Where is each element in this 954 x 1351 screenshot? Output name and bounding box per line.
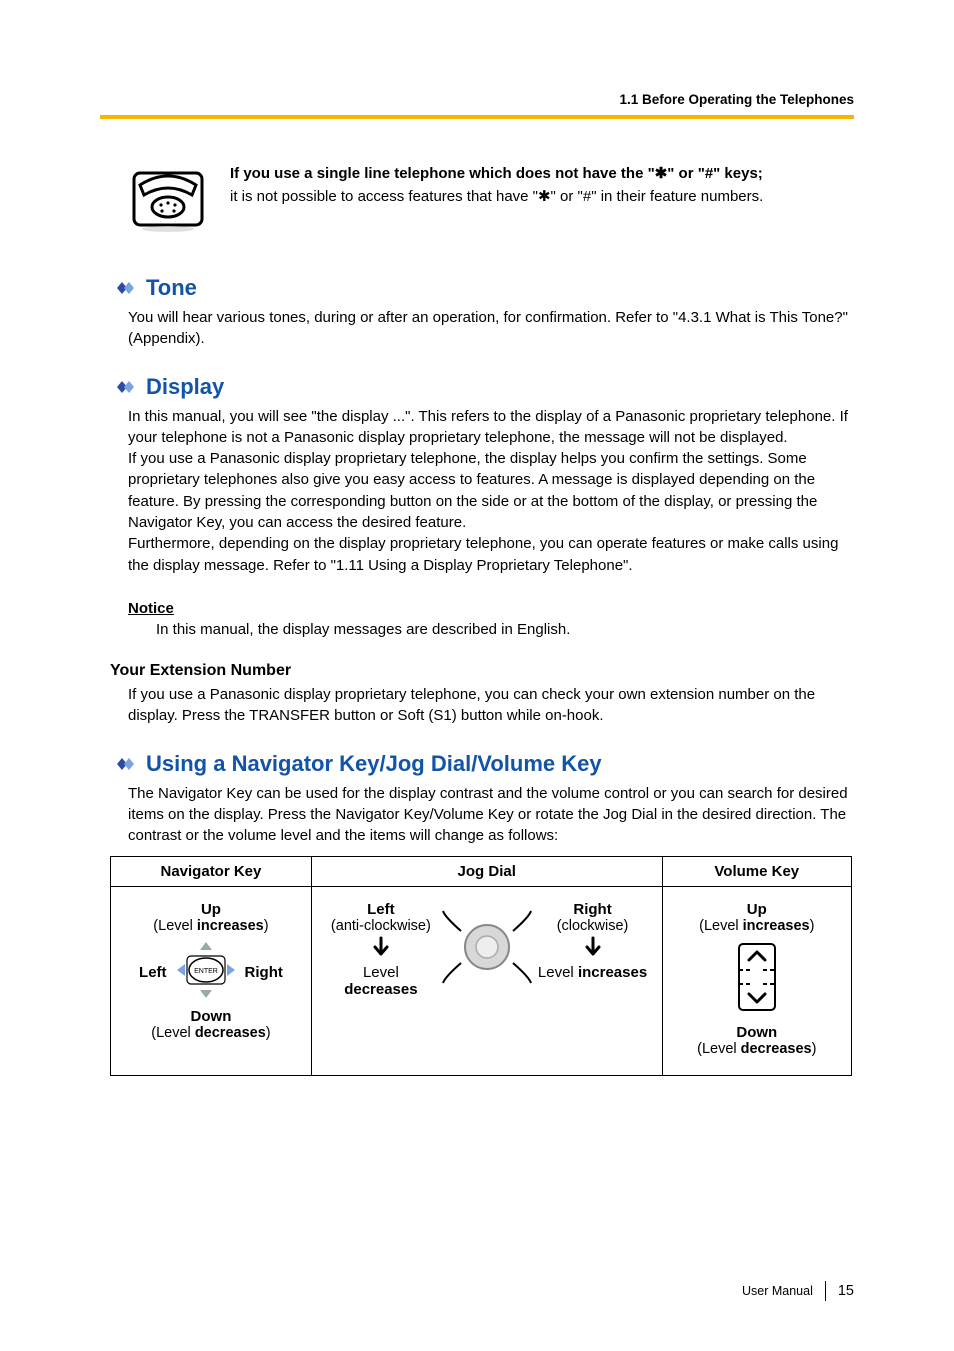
cell-navigator: Up (Level increases) Left ENTER — [111, 887, 312, 1076]
section-title-navkey: Using a Navigator Key/Jog Dial/Volume Ke… — [146, 751, 602, 777]
notice-label: Notice — [128, 600, 854, 617]
intro-plain: it is not possible to access features th… — [230, 186, 854, 209]
cell-jogdial: Left (anti-clockwise) Level decreases — [311, 887, 662, 1076]
arrow-down-icon — [368, 934, 394, 960]
intro-bold: If you use a single line telephone which… — [230, 163, 854, 186]
th-jogdial: Jog Dial — [311, 857, 662, 887]
running-header: 1.1 Before Operating the Telephones — [100, 92, 854, 107]
footer-page-number: 15 — [838, 1283, 854, 1299]
th-volume: Volume Key — [662, 857, 851, 887]
jog-left-dir: (anti-clockwise) — [326, 918, 436, 934]
svg-text:ENTER: ENTER — [194, 968, 218, 975]
jog-left-effect: Level decreases — [326, 964, 436, 998]
notice-body: In this manual, the display messages are… — [156, 621, 854, 638]
volume-key-icon — [671, 940, 843, 1018]
jog-right-label: Right — [538, 901, 648, 918]
vol-down-label: Down — [671, 1024, 843, 1041]
jog-right-dir: (clockwise) — [538, 918, 648, 934]
nav-down-effect: (Level decreases) — [119, 1025, 303, 1041]
th-navigator: Navigator Key — [111, 857, 312, 887]
tone-body: You will hear various tones, during or a… — [128, 307, 854, 350]
diamond-bullet-icon — [110, 755, 138, 773]
jog-right-effect: Level increases — [538, 964, 648, 981]
nav-up-effect: (Level increases) — [119, 918, 303, 934]
vol-up-effect: (Level increases) — [671, 918, 843, 934]
ext-number-heading: Your Extension Number — [110, 662, 854, 680]
nav-diagram-table: Navigator Key Jog Dial Volume Key Up (Le… — [110, 856, 852, 1076]
vol-down-effect: (Level decreases) — [671, 1041, 843, 1057]
diamond-bullet-icon — [110, 279, 138, 297]
diamond-bullet-icon — [110, 378, 138, 396]
nav-up-label: Up — [119, 901, 303, 918]
arrow-down-icon — [580, 934, 606, 960]
jog-left-label: Left — [326, 901, 436, 918]
footer-separator — [825, 1281, 826, 1301]
jog-dial-icon — [437, 901, 537, 991]
cell-volume: Up (Level increases) Down (Level decreas… — [662, 887, 851, 1076]
nav-left-label: Left — [139, 964, 167, 981]
telephone-icon — [128, 163, 208, 237]
display-body: In this manual, you will see "the displa… — [128, 406, 854, 576]
section-title-display: Display — [146, 374, 224, 400]
section-title-tone: Tone — [146, 275, 197, 301]
nav-down-label: Down — [119, 1008, 303, 1025]
navigator-key-icon: ENTER — [171, 940, 241, 1004]
footer-doc-title: User Manual — [742, 1284, 813, 1298]
navkey-body: The Navigator Key can be used for the di… — [128, 783, 854, 847]
header-rule — [100, 115, 854, 119]
nav-right-label: Right — [245, 964, 283, 981]
ext-number-body: If you use a Panasonic display proprieta… — [128, 684, 854, 727]
vol-up-label: Up — [671, 901, 843, 918]
